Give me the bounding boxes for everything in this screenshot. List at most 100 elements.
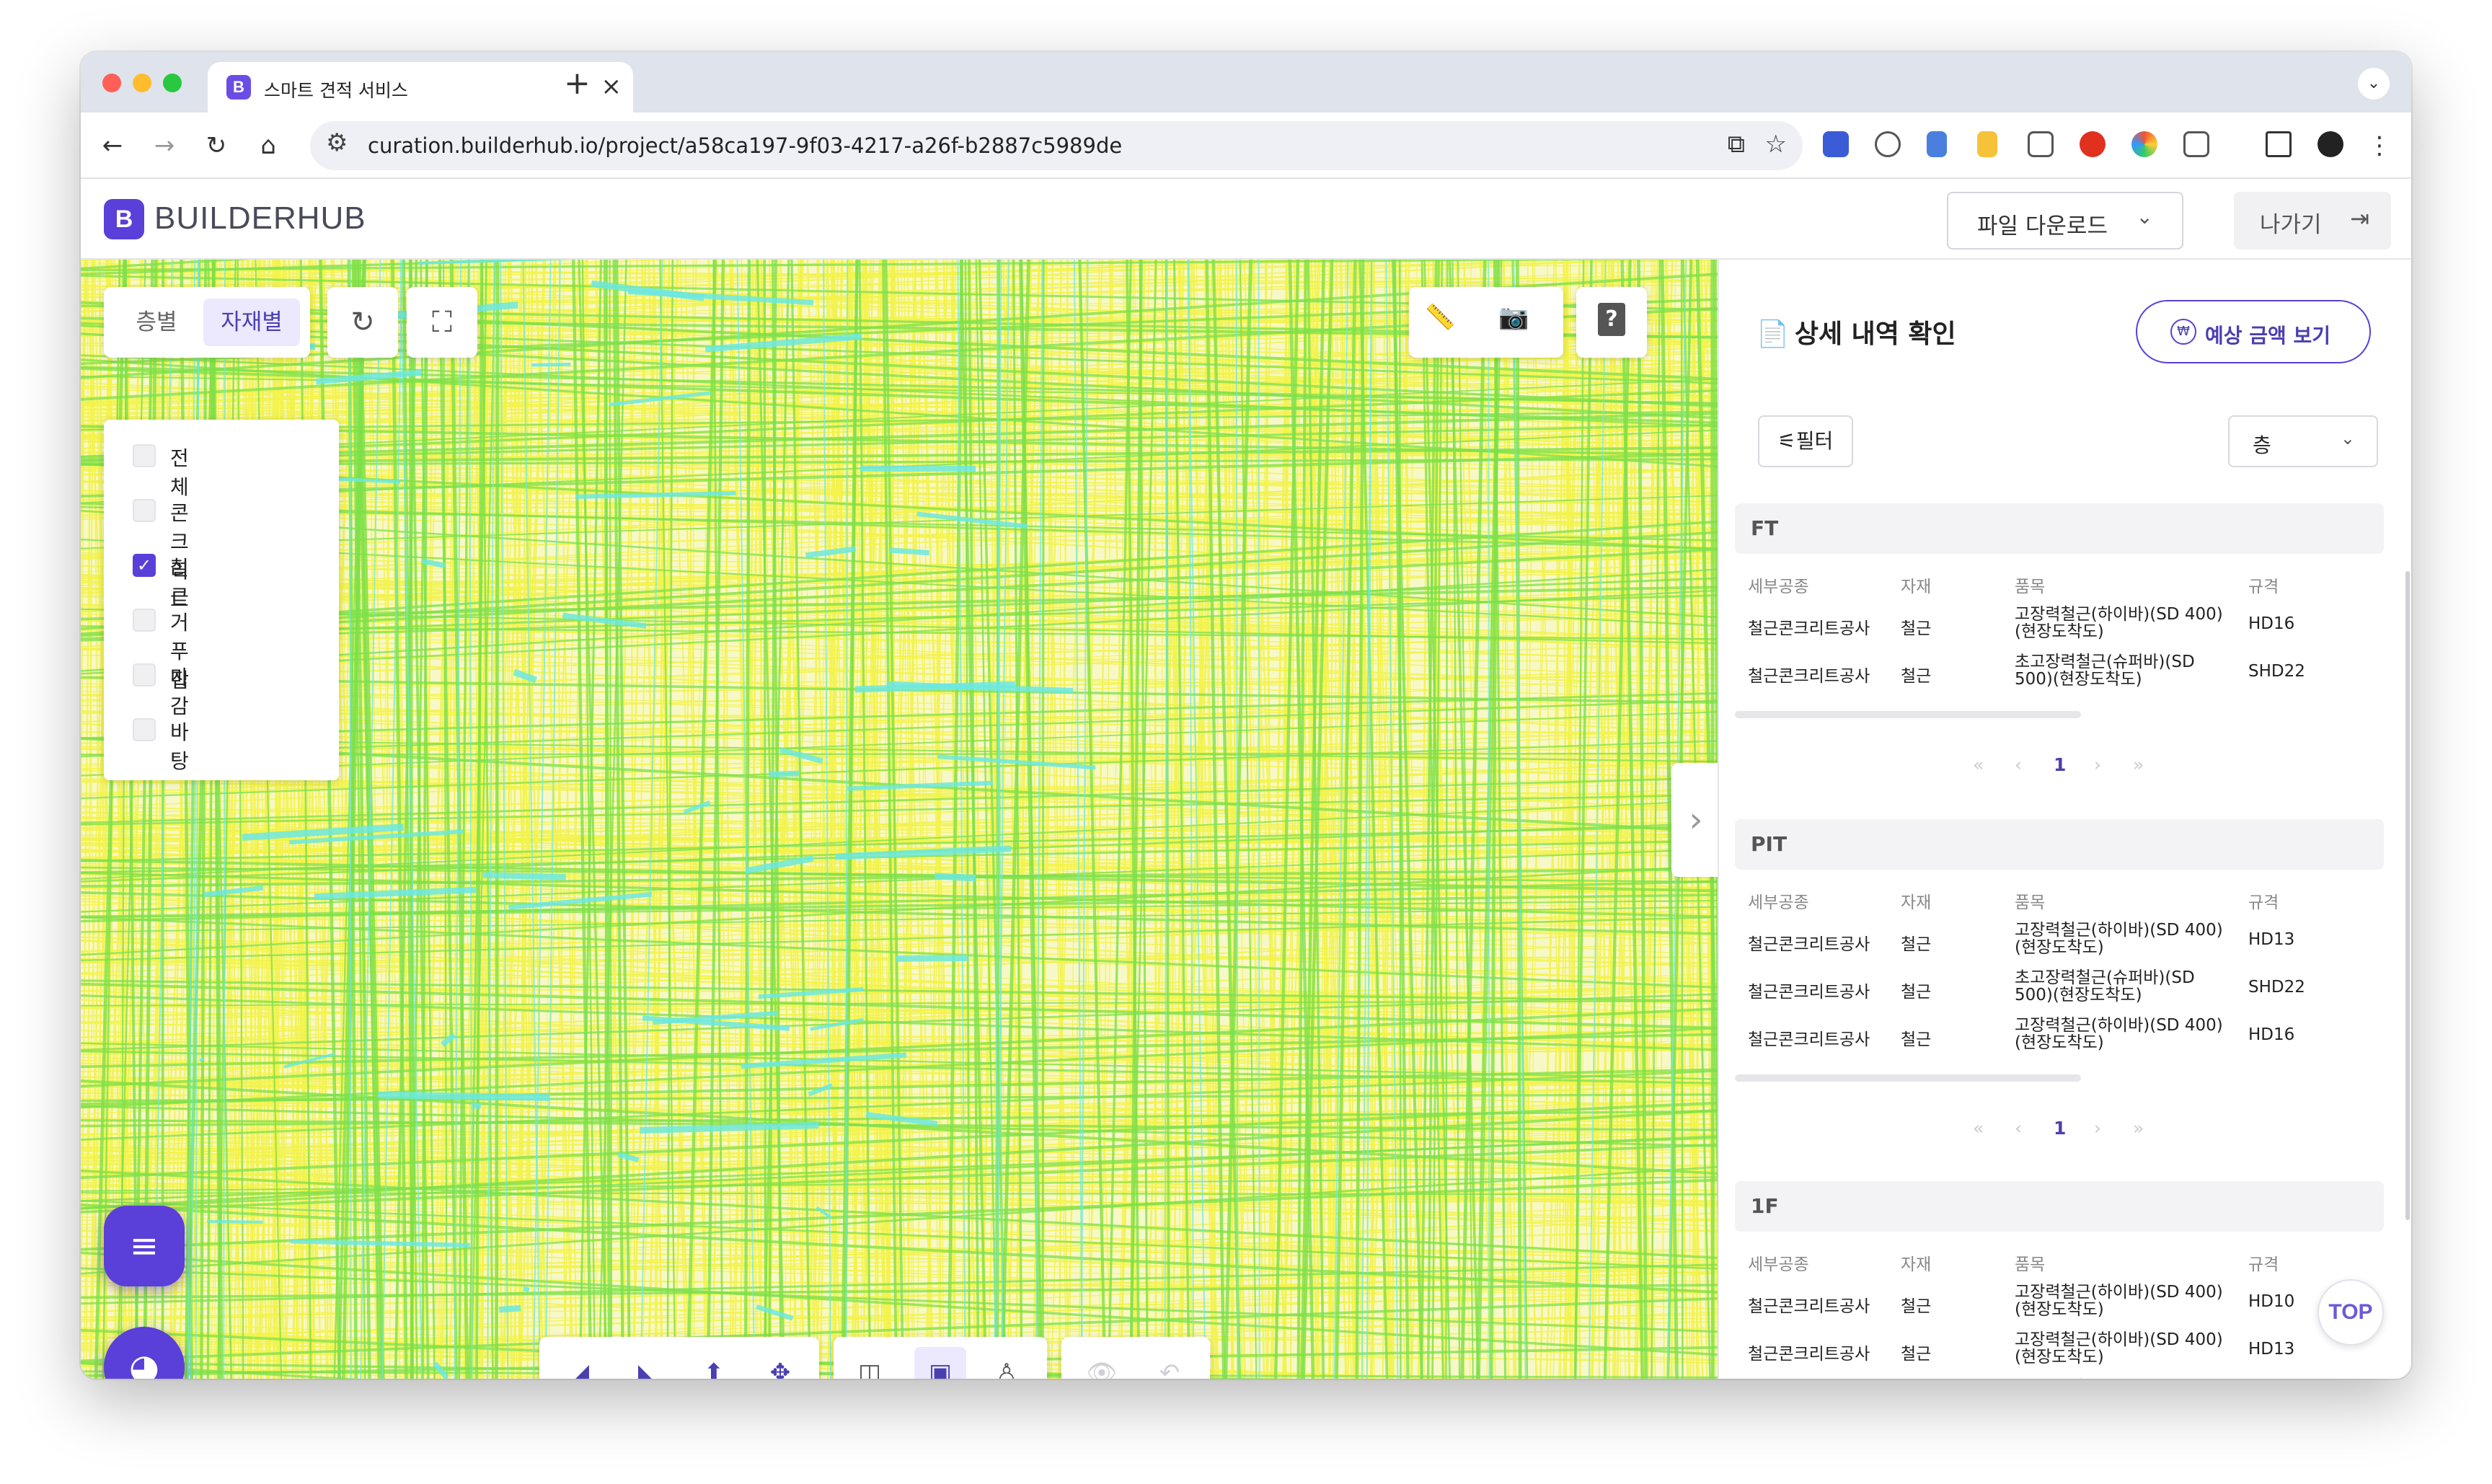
pager-prev-icon[interactable]: ‹ — [2015, 754, 2022, 775]
cell-material: 철근 — [1901, 667, 1932, 686]
cell-item: 초고장력철근(슈퍼바)(SD 500)(현장도착도) — [2015, 653, 2195, 688]
tab-close-icon[interactable]: × — [601, 72, 622, 101]
undo-icon[interactable]: ↶ — [1144, 1347, 1196, 1379]
help-icon: ? — [1598, 303, 1625, 336]
tab-by-floor[interactable]: 층별 — [114, 299, 199, 346]
cell-item-line2: 500)(현장도착도) — [2015, 986, 2142, 1004]
forward-icon[interactable]: → — [147, 128, 182, 163]
cell-item: 고장력철근(하이바)(SD 400) (현장도착도) — [2015, 922, 2223, 956]
floor-section: FT 세부공종 자재 품목 규격 철근콘크리트공사 철근 고장력철근(하이바)(SD 400)… — [1735, 503, 2384, 835]
floor-select-value: 층 — [2253, 433, 2271, 457]
url-text[interactable]: curation.builderhub.io/project/a58ca197-… — [368, 133, 1122, 158]
cell-work: 철근콘크리트공사 — [1748, 619, 1870, 638]
view-iso-icon[interactable]: ✥ — [754, 1347, 806, 1379]
pager-first-icon[interactable]: « — [1973, 1118, 1984, 1139]
cell-material: 철근 — [1901, 983, 1932, 1002]
box-view-icon[interactable]: ▣ — [914, 1347, 966, 1379]
view-front-left-icon[interactable]: ◢ — [554, 1347, 606, 1379]
scroll-top-button[interactable]: TOP — [2318, 1279, 2384, 1346]
notes-extension-icon[interactable] — [1977, 131, 1997, 157]
eye-icon[interactable]: 👁 — [1076, 1347, 1128, 1379]
checkbox[interactable] — [133, 718, 156, 741]
fit-view-icon[interactable]: ⛶ — [407, 287, 477, 358]
docs-extension-icon[interactable] — [1927, 131, 1947, 157]
cell-item-line2: 500)(현장도착도) — [2015, 670, 2142, 689]
checkbox-checked[interactable]: ✓ — [133, 554, 156, 577]
checkbox[interactable] — [133, 609, 156, 632]
view-front-right-icon[interactable]: ◣ — [622, 1347, 673, 1379]
panel-collapse-chevron-icon[interactable]: › — [1671, 763, 1718, 877]
pager-first-icon[interactable]: « — [1973, 754, 1984, 775]
cat-extension-icon[interactable] — [2028, 131, 2054, 157]
ruler-icon[interactable]: 📏 — [1425, 303, 1455, 332]
cell-material: 철근 — [1901, 1297, 1932, 1316]
view-top-icon[interactable]: ⬆ — [688, 1347, 740, 1379]
exit-button[interactable]: 나가기 ⇥ — [2234, 192, 2391, 249]
reload-icon[interactable]: ↻ — [199, 128, 234, 163]
pager-current-page[interactable]: 1 — [2054, 1118, 2066, 1139]
cell-item-line1: 고장력철근(하이바)(SD 400) — [2015, 921, 2223, 940]
panel-scrollbar[interactable] — [2405, 571, 2410, 1220]
reset-view-icon[interactable]: ↻ — [327, 287, 398, 358]
cell-spec: HD10 — [2248, 1292, 2295, 1311]
cell-work: 철근콘크리트공사 — [1748, 1297, 1870, 1316]
profile-avatar[interactable] — [2318, 131, 2343, 157]
pager-last-icon[interactable]: » — [2133, 754, 2144, 775]
exit-label: 나가기 — [2260, 212, 2322, 238]
floor-select[interactable]: 층 ⌄ — [2228, 415, 2378, 467]
table-scrollbar[interactable] — [1735, 1074, 2081, 1082]
column-header: 품목 — [2015, 893, 2046, 912]
new-tab-button[interactable]: + — [564, 65, 591, 102]
chrome-menu-icon[interactable]: ⋮ — [2362, 128, 2397, 163]
puzzle-extensions-icon[interactable] — [2183, 131, 2209, 157]
cloud-extension-icon[interactable] — [1875, 131, 1901, 157]
column-header: 규격 — [2248, 893, 2279, 912]
omnibox[interactable]: ⚙ curation.builderhub.io/project/a58ca19… — [310, 121, 1803, 170]
home-icon[interactable]: ⌂ — [251, 128, 286, 163]
install-app-icon[interactable]: ⧉ — [1728, 130, 1745, 159]
bookmark-star-icon[interactable]: ☆ — [1765, 130, 1787, 159]
section-floor-name: PIT — [1751, 832, 1788, 856]
checkbox[interactable] — [133, 444, 156, 467]
person-view-icon[interactable]: ♙ — [981, 1347, 1033, 1379]
section-view-icon[interactable]: ◫ — [844, 1347, 896, 1379]
pager-prev-icon[interactable]: ‹ — [2015, 1118, 2022, 1139]
chat-icon[interactable]: ≡ — [104, 1206, 185, 1286]
checkbox[interactable] — [133, 499, 156, 522]
checkbox[interactable] — [133, 663, 156, 686]
tab-title: 스마트 견적 서비스 — [264, 80, 408, 101]
pager-current-page[interactable]: 1 — [2054, 754, 2066, 775]
document-icon: 📄 — [1757, 319, 1789, 349]
table-scrollbar[interactable] — [1735, 711, 2081, 718]
won-icon: ₩ — [2170, 319, 2196, 345]
3d-viewer[interactable]: 층별 자재별 ↻ ⛶ 📏 📷 ? 전체 콘크리트 ✓ 철근 거푸집 마감 바탕 ◢… — [81, 260, 1718, 1379]
adblock-extension-icon[interactable] — [2080, 131, 2106, 157]
back-icon[interactable]: ← — [95, 128, 130, 163]
cell-item-line1: 고장력철근(하이바)(SD 400) — [2015, 1283, 2223, 1302]
logo-icon[interactable]: B — [104, 199, 144, 239]
estimate-button[interactable]: ₩ 예상 금액 보기 — [2136, 300, 2371, 363]
site-info-icon[interactable]: ⚙ — [326, 128, 348, 157]
file-download-button[interactable]: 파일 다운로드 ⌄ — [1947, 192, 2183, 249]
cell-item-line1: 고장력철근(하이바)(SD 400) — [2015, 1330, 2223, 1349]
close-window-button[interactable] — [102, 74, 121, 92]
extension-icon[interactable] — [1823, 131, 1849, 157]
pager-next-icon[interactable]: › — [2094, 1118, 2101, 1139]
display-mode-toolbar: ◫ ▣ ♙ — [834, 1337, 1047, 1379]
cell-spec: HD16 — [2248, 1025, 2295, 1044]
pager-next-icon[interactable]: › — [2094, 754, 2101, 775]
minimize-window-button[interactable] — [133, 74, 151, 92]
maximize-window-button[interactable] — [163, 74, 182, 92]
tab-search-button[interactable]: ⌄ — [2358, 68, 2390, 100]
chevron-down-icon: ⌄ — [2136, 205, 2153, 229]
logo-text[interactable]: BUILDERHUB — [154, 200, 366, 237]
side-panel-icon[interactable] — [2266, 131, 2292, 157]
help-button[interactable]: ? — [1576, 287, 1647, 358]
cell-work: 철근콘크리트공사 — [1748, 983, 1870, 1002]
address-toolbar: ← → ↻ ⌂ ⚙ curation.builderhub.io/project… — [81, 112, 2411, 179]
filter-button[interactable]: ⚟필터 — [1758, 415, 1853, 467]
tab-by-material[interactable]: 자재별 — [203, 299, 300, 346]
camera-icon[interactable]: 📷 — [1498, 303, 1529, 332]
pager-last-icon[interactable]: » — [2133, 1118, 2144, 1139]
color-extension-icon[interactable] — [2131, 131, 2157, 157]
